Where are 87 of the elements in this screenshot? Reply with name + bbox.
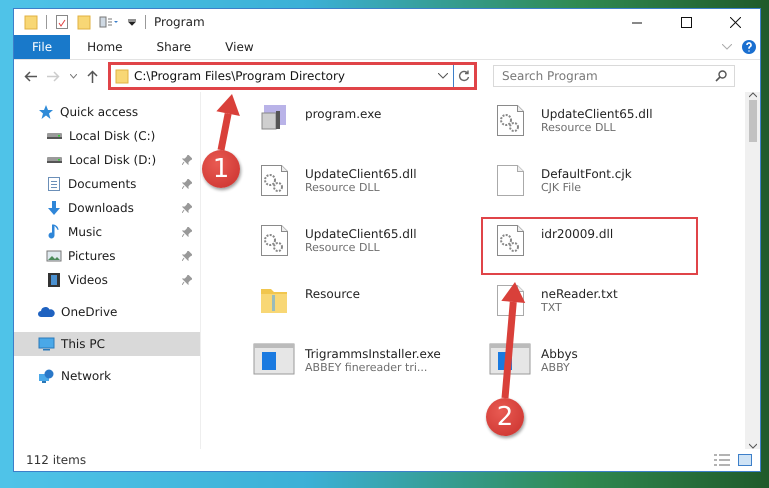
file-name: TrigrammsInstaller.exe [305,347,441,361]
file-type: ABBEY finereader tri... [305,361,428,374]
properties-icon [55,14,69,30]
drive-icon [47,157,62,163]
ribbon-tab[interactable]: View [208,35,271,59]
file-item[interactable]: UpdateClient65.dll Resource DLL [245,157,453,215]
sidebar-item[interactable]: Quick access [14,100,200,124]
sidebar-item[interactable]: OneDrive [14,300,200,324]
help-icon[interactable] [742,40,756,54]
large-icons-view-icon[interactable] [738,454,752,466]
ribbon-tab[interactable]: Home [70,35,140,59]
file-item[interactable]: DefaultFont.cjk CJK File [481,157,698,215]
sidebar-item[interactable]: Pictures [14,244,200,268]
chevron-down-icon[interactable] [438,73,448,79]
close-icon[interactable] [730,16,741,28]
up-arrow-icon[interactable] [87,70,98,82]
file-name: DefaultFont.cjk [541,167,632,181]
installer-window-icon [253,343,295,375]
file-type: ABBY [541,361,571,374]
file-item[interactable]: program.exe [245,97,453,155]
sidebar-item[interactable]: Videos [14,268,200,292]
search-icon[interactable] [715,70,727,82]
refresh-icon[interactable] [458,70,470,82]
file-name: UpdateClient65.dll [305,167,417,181]
item-count: 112 items [26,453,88,467]
sidebar-item[interactable]: This PC [14,332,200,356]
network-icon [38,368,55,384]
file-name: Abbys [541,347,578,361]
blank-document-icon [494,163,526,198]
sidebar-item[interactable]: Network [14,364,200,388]
film-icon [46,272,62,288]
file-type: TXT [541,301,563,314]
gears-document-icon [258,163,290,198]
gears-document-icon [494,223,526,258]
maximize-icon[interactable] [681,16,692,28]
picture-icon [46,248,62,264]
pin-icon[interactable] [182,203,192,213]
sidebar-item[interactable]: Downloads [14,196,200,220]
file-item[interactable]: Resource [245,277,453,335]
file-name: idr20009.dll [541,227,614,241]
pin-icon[interactable] [182,227,192,237]
pin-icon[interactable] [182,251,192,261]
details-view-icon[interactable] [714,454,730,466]
folder-icon [115,68,129,84]
file-name: program.exe [305,107,382,121]
gears-document-icon [258,223,290,258]
view-options-icon [99,14,119,30]
file-item[interactable]: UpdateClient65.dll Resource DLL [481,97,698,155]
file-name: UpdateClient65.dll [541,107,653,121]
address-bar[interactable]: C:\Program Files\Program Directory [108,62,477,90]
scrollbar-thumb[interactable] [748,100,756,142]
file-item[interactable]: idr20009.dll [481,217,698,275]
document-icon [46,176,62,192]
file-name: UpdateClient65.dll [305,227,417,241]
file-type: CJK File [541,181,582,194]
pin-icon[interactable] [182,155,192,165]
gears-document-icon [494,103,526,138]
scroll-up-icon[interactable] [748,92,756,98]
sidebar-item[interactable]: Music [14,220,200,244]
file-item[interactable]: Abbys ABBY [481,337,698,395]
ribbon-tab[interactable]: Share [140,35,208,59]
chevron-down-icon[interactable] [70,74,77,78]
scroll-down-icon[interactable] [748,443,756,449]
search-field[interactable]: Search Program [493,65,735,87]
file-type: Resource DLL [305,241,381,254]
file-type: Resource DLL [305,181,381,194]
monitor-icon [38,336,55,352]
sidebar-item[interactable]: Documents [14,172,200,196]
window-title: Program [154,15,206,29]
annotation-arrow [216,94,240,151]
folder-icon [24,14,38,30]
download-arrow-icon [46,200,62,216]
cloud-icon [38,304,55,320]
pin-icon[interactable] [182,179,192,189]
scrollbar[interactable] [745,92,760,449]
star-icon [38,104,54,120]
pin-icon[interactable] [182,275,192,285]
file-item[interactable]: UpdateClient65.dll Resource DLL [245,217,453,275]
ribbon-tab[interactable]: File [14,35,70,59]
file-item[interactable]: TrigrammsInstaller.exe ABBEY finereader tri... [245,337,453,395]
file-name: neReader.txt [541,287,618,301]
file-type: Resource DLL [541,121,617,134]
sidebar-item[interactable]: Local Disk (C:) [14,124,200,148]
file-name: Resource [305,287,360,301]
back-arrow-icon[interactable] [24,70,37,82]
drive-icon [47,133,62,139]
sidebar-item[interactable]: Local Disk (D:) [14,148,200,172]
